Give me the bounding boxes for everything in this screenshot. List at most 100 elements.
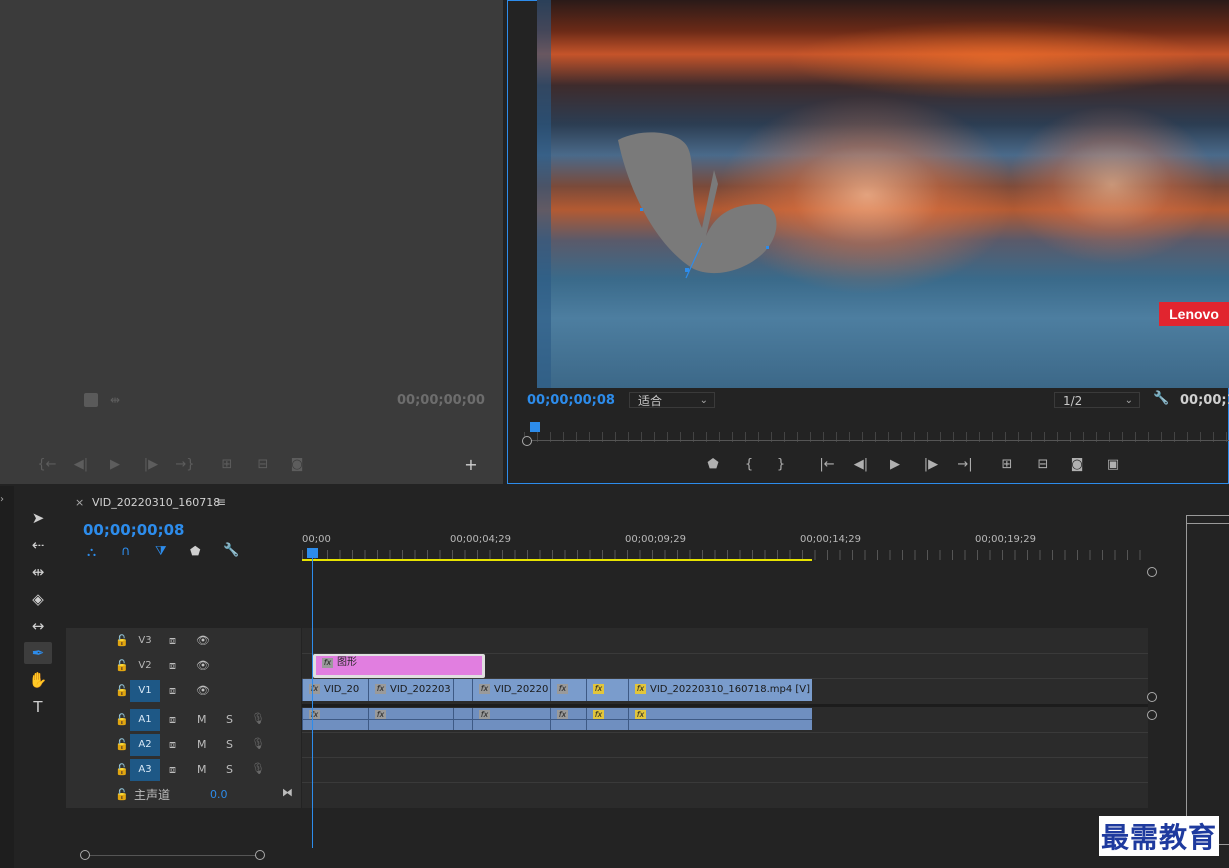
playhead-handle[interactable] xyxy=(307,548,318,558)
lock-icon[interactable]: 🔓 xyxy=(115,713,129,726)
nest-icon[interactable]: ⛬ xyxy=(87,545,96,560)
video-clip[interactable]: fx xyxy=(550,679,586,701)
source-export-frame-icon[interactable]: ◙ xyxy=(286,457,308,473)
vertical-scroll-handle[interactable] xyxy=(1147,692,1157,702)
step-forward-icon[interactable]: |▶ xyxy=(920,457,942,473)
source-settings-icon[interactable] xyxy=(84,393,98,407)
lock-icon[interactable]: 🔓 xyxy=(115,659,129,672)
track-target-a2[interactable]: A2 xyxy=(130,734,160,756)
source-drag-icon[interactable]: ⇹ xyxy=(110,393,120,407)
program-timecode[interactable]: 00;00;00;08 xyxy=(527,393,615,408)
lift-icon[interactable]: ⊞ xyxy=(996,457,1018,473)
track-target-v1[interactable]: V1 xyxy=(130,680,160,702)
drawn-shape-graphic[interactable] xyxy=(610,128,790,288)
track-target-a3[interactable]: A3 xyxy=(130,759,160,781)
panel-menu-icon[interactable]: ≡ xyxy=(216,495,226,509)
sync-lock-icon[interactable]: ⧈ xyxy=(169,713,176,727)
vertical-scroll-handle[interactable] xyxy=(1147,710,1157,720)
eye-icon[interactable]: 👁 xyxy=(196,684,210,697)
ripple-edit-tool-icon[interactable]: ⇹ xyxy=(24,561,52,583)
comparison-view-icon[interactable]: ▣ xyxy=(1102,457,1124,473)
vertical-scroll-handle[interactable] xyxy=(1147,567,1157,577)
go-to-in-icon[interactable]: |← xyxy=(816,457,838,473)
chevron-right-icon[interactable]: › xyxy=(0,494,4,505)
solo-button[interactable]: S xyxy=(226,763,233,776)
eye-icon[interactable]: 👁 xyxy=(196,634,210,647)
master-volume-value[interactable]: 0.0 xyxy=(210,788,228,801)
close-tab-icon[interactable]: × xyxy=(75,496,84,509)
program-playhead[interactable] xyxy=(530,422,540,432)
source-add-button[interactable]: + xyxy=(460,457,482,473)
mute-button[interactable]: M xyxy=(197,763,207,776)
source-go-in-icon[interactable]: {← xyxy=(36,457,58,473)
video-clip[interactable]: fx VID_202203 xyxy=(368,679,453,701)
step-back-icon[interactable]: ◀| xyxy=(850,457,872,473)
source-overwrite-icon[interactable]: ⊟ xyxy=(252,457,274,473)
graphic-clip[interactable]: fx 图形 xyxy=(316,656,482,675)
track-label-v3[interactable]: V3 xyxy=(130,630,160,652)
sync-lock-icon[interactable]: ⧈ xyxy=(169,738,176,752)
source-step-forward-icon[interactable]: |▶ xyxy=(140,457,162,473)
track-label-v2[interactable]: V2 xyxy=(130,655,160,677)
lock-icon[interactable]: 🔓 xyxy=(115,738,129,751)
microphone-icon[interactable]: 🎙 xyxy=(251,762,265,775)
hand-tool-icon[interactable]: ✋ xyxy=(24,669,52,691)
linked-selection-icon[interactable]: ⧩ xyxy=(155,544,167,559)
solo-button[interactable]: S xyxy=(226,713,233,726)
type-tool-icon[interactable]: T xyxy=(24,696,52,718)
go-to-out-icon[interactable]: →| xyxy=(954,457,976,473)
go-to-end-icon[interactable]: ⧓ xyxy=(282,786,293,799)
extract-icon[interactable]: ⊟ xyxy=(1032,457,1054,473)
add-marker-icon[interactable]: ⬟ xyxy=(190,544,200,558)
track-select-tool-icon[interactable]: ⇠ xyxy=(24,534,52,556)
snap-icon[interactable]: ∩ xyxy=(121,544,131,559)
mark-in-icon[interactable]: { xyxy=(738,457,760,473)
microphone-icon[interactable]: 🎙 xyxy=(251,712,265,725)
add-marker-icon[interactable]: ⬟ xyxy=(702,457,724,473)
av-divider[interactable] xyxy=(302,704,1148,707)
razor-tool-icon[interactable]: ◈ xyxy=(24,588,52,610)
program-zoom-bar[interactable] xyxy=(524,440,1229,441)
source-timecode[interactable]: 00;00;00;00 xyxy=(397,393,485,408)
source-play-icon[interactable]: ▶ xyxy=(104,457,126,473)
sync-lock-icon[interactable]: ⧈ xyxy=(169,634,176,648)
horizontal-zoom-handle-left[interactable] xyxy=(80,850,90,860)
video-clip[interactable]: fx VID_20220 xyxy=(472,679,550,701)
eye-icon[interactable]: 👁 xyxy=(196,659,210,672)
lock-icon[interactable]: 🔓 xyxy=(115,763,129,776)
timeline-tab-title[interactable]: VID_20220310_160718 xyxy=(92,496,220,509)
mute-button[interactable]: M xyxy=(197,738,207,751)
play-icon[interactable]: ▶ xyxy=(884,457,906,473)
microphone-icon[interactable]: 🎙 xyxy=(251,737,265,750)
resolution-dropdown[interactable]: 1/2 ⌄ xyxy=(1054,392,1140,408)
video-clip[interactable]: fx xyxy=(586,679,628,701)
program-zoom-handle[interactable] xyxy=(522,436,532,446)
work-area-bar[interactable] xyxy=(302,559,812,561)
wrench-icon[interactable]: 🔧 xyxy=(1153,391,1169,406)
horizontal-zoom-handle-right[interactable] xyxy=(255,850,265,860)
pen-tool-icon[interactable]: ✒ xyxy=(24,642,52,664)
ruler-label: 00;00;14;29 xyxy=(800,534,862,545)
video-clip[interactable] xyxy=(453,679,472,701)
slip-tool-icon[interactable]: ↔ xyxy=(24,615,52,637)
timeline-settings-icon[interactable]: 🔧 xyxy=(223,543,239,558)
sync-lock-icon[interactable]: ⧈ xyxy=(169,763,176,777)
fit-dropdown[interactable]: 适合 ⌄ xyxy=(629,392,715,408)
solo-button[interactable]: S xyxy=(226,738,233,751)
source-step-back-icon[interactable]: ◀| xyxy=(70,457,92,473)
mute-button[interactable]: M xyxy=(197,713,207,726)
timeline-timecode[interactable]: 00;00;00;08 xyxy=(83,521,185,539)
horizontal-zoom-bar[interactable] xyxy=(84,855,260,856)
lock-icon[interactable]: 🔓 xyxy=(115,684,129,697)
track-target-a1[interactable]: A1 xyxy=(130,709,160,731)
sync-lock-icon[interactable]: ⧈ xyxy=(169,684,176,698)
sync-lock-icon[interactable]: ⧈ xyxy=(169,659,176,673)
source-go-out-icon[interactable]: →} xyxy=(174,457,196,473)
lock-icon[interactable]: 🔓 xyxy=(115,788,129,801)
source-insert-icon[interactable]: ⊞ xyxy=(216,457,238,473)
selection-tool-icon[interactable]: ➤ xyxy=(24,507,52,529)
video-clip[interactable]: fx VID_20220310_160718.mp4 [V] [45. xyxy=(628,679,812,701)
mark-out-icon[interactable]: } xyxy=(770,457,792,473)
export-frame-icon[interactable]: ◙ xyxy=(1066,457,1088,473)
lock-icon[interactable]: 🔓 xyxy=(115,634,129,647)
